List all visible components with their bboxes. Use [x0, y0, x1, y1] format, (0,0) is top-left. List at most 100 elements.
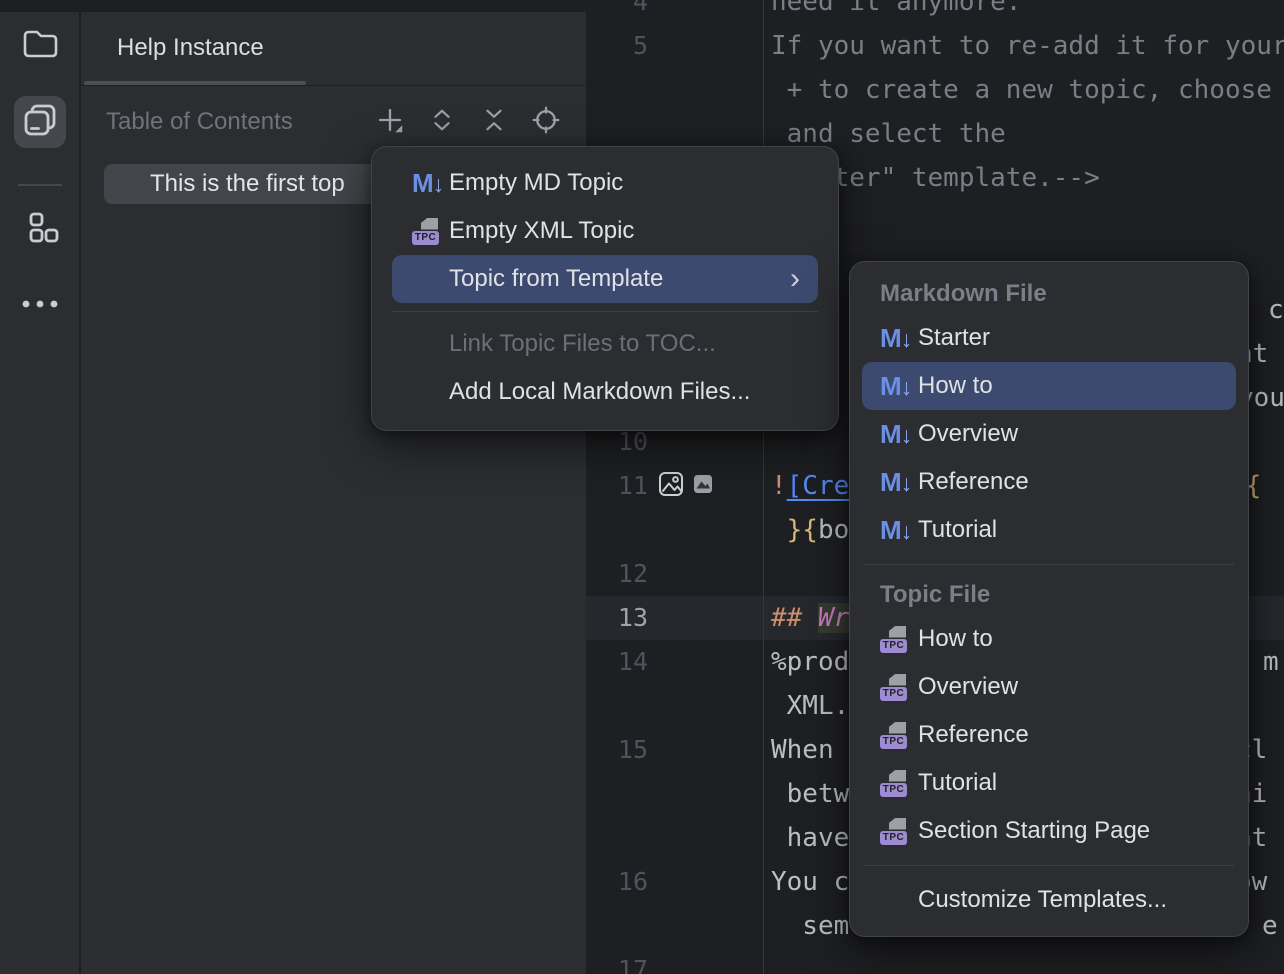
code-text: If you want to re-add it for your: [771, 24, 1284, 68]
code-text: ## Wr: [771, 596, 849, 640]
menu-separator: [392, 311, 818, 312]
menu-item-topic-from-template[interactable]: Topic from Template ›: [392, 255, 818, 303]
image-filled-icon[interactable]: [693, 474, 713, 499]
ide-window: 4 need it anymore. 5 If you want to re-add …: [0, 0, 1284, 974]
code-text: ![Cre: [771, 464, 849, 508]
image-outline-icon[interactable]: [658, 471, 684, 502]
code-run: need it anymore.: [771, 0, 1021, 17]
line-number: 5: [586, 24, 648, 68]
instances-icon: [20, 100, 60, 145]
code-run: You c: [771, 867, 849, 897]
code-run: If you want to re-add it for your: [771, 31, 1284, 61]
collapse-all-icon: [481, 107, 507, 138]
menu-item-label: Tutorial: [918, 516, 997, 544]
markdown-file-icon: M↓: [880, 371, 918, 402]
menu-item-label: Reference: [918, 721, 1029, 749]
menu-item-reference[interactable]: M↓Reference: [862, 458, 1236, 506]
code-text: You c: [771, 860, 849, 904]
menu-group-header-markdown-file: Markdown File: [850, 274, 1248, 314]
line-number: 13: [586, 596, 648, 640]
more-tool-windows-button[interactable]: [14, 280, 66, 332]
menu-separator: [864, 865, 1234, 866]
topic-file-icon: TPC: [412, 218, 449, 245]
menu-item-starter[interactable]: M↓Starter: [862, 314, 1236, 362]
menu-item-label: Link Topic Files to TOC...: [449, 330, 716, 358]
code-run: ##: [771, 603, 818, 633]
code-run: sem: [771, 911, 849, 941]
gutter-image-icons[interactable]: [658, 464, 713, 508]
line-number: 15: [586, 728, 648, 772]
window-top-strip: [0, 0, 586, 12]
code-text: XML.: [771, 684, 849, 728]
menu-item-label: How to: [918, 625, 993, 653]
line-number: 12: [586, 552, 648, 596]
menu-item-label: Overview: [918, 673, 1018, 701]
add-topic-button[interactable]: [373, 105, 407, 139]
writerside-instances-button[interactable]: [14, 96, 66, 148]
add-icon: [376, 106, 404, 139]
menu-item-overview[interactable]: M↓Overview: [862, 410, 1236, 458]
menu-item-tutorial[interactable]: M↓Tutorial: [862, 506, 1236, 554]
menu-item-label: Topic from Template: [449, 265, 663, 293]
menu-item-add-local-markdown-files[interactable]: Add Local Markdown Files...: [392, 368, 818, 416]
line-number: 16: [586, 860, 648, 904]
markdown-file-icon: M↓: [880, 515, 918, 546]
menu-item-label: Section Starting Page: [918, 817, 1150, 845]
code-run: !: [771, 471, 787, 501]
panel-separator: [81, 85, 586, 86]
menu-item-how-to[interactable]: M↓How to: [862, 362, 1236, 410]
structure-button[interactable]: [14, 204, 66, 256]
line-number: 11: [586, 464, 648, 508]
tool-window-title: Help Instance: [117, 30, 264, 66]
menu-item-empty-md-topic[interactable]: M↓Empty MD Topic: [392, 159, 818, 207]
menu-item-label: Starter: [918, 324, 990, 352]
menu-item-label: How to: [918, 372, 993, 400]
editor-line-5[interactable]: 5 If you want to re-add it for your: [586, 24, 1284, 68]
menu-item-how-to[interactable]: TPCHow to: [862, 615, 1236, 663]
context-menu: M↓Empty MD TopicTPCEmpty XML TopicTopic …: [371, 146, 839, 431]
markdown-file-icon: M↓: [412, 168, 449, 199]
code-run: [Cre: [787, 471, 850, 501]
code-text: }{bo: [771, 508, 849, 552]
code-run: [771, 515, 787, 545]
line-number: 4: [586, 0, 648, 24]
line-number: 14: [586, 640, 648, 684]
menu-separator: [864, 564, 1234, 565]
topic-file-icon: TPC: [880, 722, 918, 749]
code-run: have: [771, 823, 849, 853]
code-run: Wr: [818, 603, 849, 633]
markdown-file-icon: M↓: [880, 323, 918, 354]
locate-target-icon: [532, 106, 560, 139]
collapse-all-button[interactable]: [477, 105, 511, 139]
code-text: betw: [771, 772, 849, 816]
project-folder-button[interactable]: [14, 20, 66, 72]
topic-file-icon: TPC: [880, 674, 918, 701]
menu-item-empty-xml-topic[interactable]: TPCEmpty XML Topic: [392, 207, 818, 255]
expand-all-button[interactable]: [425, 105, 459, 139]
code-run: When: [771, 735, 834, 765]
menu-item-customize-templates[interactable]: Customize Templates...: [862, 876, 1236, 924]
more-horizontal-icon: [18, 297, 62, 315]
menu-item-reference[interactable]: TPCReference: [862, 711, 1236, 759]
tool-window-bar: [0, 12, 80, 974]
code-text: When: [771, 728, 834, 772]
menu-item-section-starting-page[interactable]: TPCSection Starting Page: [862, 807, 1236, 855]
submenu-arrow-icon: ›: [790, 264, 804, 294]
template-submenu: Markdown FileM↓StarterM↓How toM↓Overview…: [849, 261, 1249, 937]
topic-file-icon: TPC: [880, 818, 918, 845]
menu-item-label: Overview: [918, 420, 1018, 448]
editor-line[interactable]: + to create a new topic, choose t: [586, 68, 1284, 112]
editor-line-17[interactable]: 17: [586, 948, 1284, 974]
menu-item-overview[interactable]: TPCOverview: [862, 663, 1236, 711]
code-text: have: [771, 816, 849, 860]
toolbar-divider: [18, 184, 62, 186]
editor-line-4[interactable]: 4 need it anymore.: [586, 0, 1284, 24]
markdown-file-icon: M↓: [880, 419, 918, 450]
code-text: %prod: [771, 640, 849, 684]
menu-item-link-topic-files-to-toc: Link Topic Files to TOC...: [392, 320, 818, 368]
locate-button[interactable]: [529, 105, 563, 139]
code-text: sem: [771, 904, 849, 948]
code-run: + to create a new topic, choose t: [771, 75, 1284, 105]
menu-item-tutorial[interactable]: TPCTutorial: [862, 759, 1236, 807]
code-text-fragment: e: [1262, 904, 1278, 948]
